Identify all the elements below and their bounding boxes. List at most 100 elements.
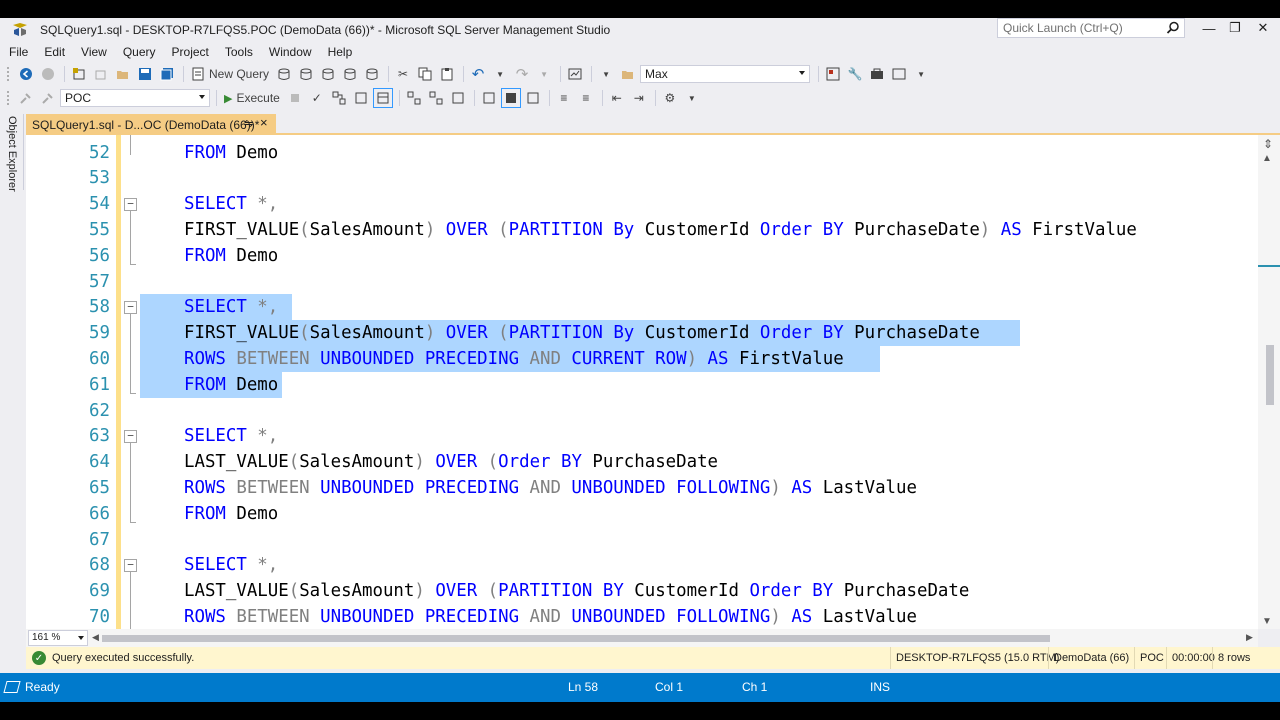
forward-icon[interactable] [38, 64, 58, 84]
code-line[interactable]: 65 ROWS BETWEEN UNBOUNDED PRECEDING AND U… [26, 475, 1258, 501]
open-file-icon[interactable] [113, 64, 133, 84]
find-dropdown-icon[interactable]: ▼ [596, 64, 616, 84]
copy-icon[interactable] [415, 64, 435, 84]
collapse-region-icon[interactable]: − [124, 301, 137, 315]
code-line[interactable]: 59 FIRST_VALUE(SalesAmount) OVER (PARTITI… [26, 320, 1258, 347]
menu-edit[interactable]: Edit [36, 42, 73, 62]
new-query-button[interactable]: New Query [188, 64, 272, 84]
results-grid-icon[interactable] [500, 88, 521, 108]
paste-icon[interactable] [437, 64, 457, 84]
include-actual-plan-icon[interactable] [404, 88, 424, 108]
available-databases-select[interactable]: POC [60, 89, 210, 107]
change-connection-icon[interactable] [38, 88, 58, 108]
save-all-icon[interactable] [157, 64, 177, 84]
zoom-select[interactable]: 161 % [28, 630, 88, 646]
vertical-scrollbar[interactable]: ⇕ ▲ ▼ [1258, 135, 1280, 629]
add-item-icon[interactable] [91, 64, 111, 84]
toolbar-grip[interactable] [6, 66, 10, 82]
more-options-icon[interactable]: ▼ [911, 64, 931, 84]
results-to-text-icon[interactable] [479, 88, 499, 108]
mdx-query-icon[interactable] [296, 64, 316, 84]
minimize-button[interactable]: — [1196, 18, 1222, 38]
scroll-up-icon[interactable]: ▲ [1262, 153, 1272, 164]
query-options-icon[interactable] [351, 88, 371, 108]
decrease-indent-icon[interactable]: ⇤ [607, 88, 627, 108]
collapse-region-icon[interactable]: − [124, 430, 137, 444]
tab-sqlquery1[interactable]: SQLQuery1.sql - D...OC (DemoData (66))* … [26, 114, 276, 135]
cut-icon[interactable]: ✂ [393, 64, 413, 84]
menu-view[interactable]: View [73, 42, 115, 62]
close-tab-icon[interactable]: × [260, 115, 268, 130]
find-in-files-icon[interactable] [618, 64, 638, 84]
pin-icon[interactable]: ⇋ [244, 117, 253, 130]
back-icon[interactable] [16, 64, 36, 84]
display-estimated-plan-icon[interactable] [329, 88, 349, 108]
code-line[interactable]: 66 FROM Demo [26, 501, 1258, 527]
code-editor[interactable]: 52 FROM Demo 53 54 SELECT *, 55 FIRST_VALUE(Sa… [26, 135, 1258, 629]
code-line[interactable]: 69 LAST_VALUE(SalesAmount) OVER (PARTITIO… [26, 578, 1258, 604]
code-line[interactable]: 60 ROWS BETWEEN UNBOUNDED PRECEDING AND C… [26, 345, 1258, 372]
code-line[interactable]: 52 FROM Demo [26, 140, 1258, 166]
toolbox-icon[interactable] [867, 64, 887, 84]
properties-icon[interactable]: 🔧 [845, 64, 865, 84]
uncomment-icon[interactable]: ≡ [576, 88, 596, 108]
dmx-query-icon[interactable] [318, 64, 338, 84]
code-line[interactable]: 70 ROWS BETWEEN UNBOUNDED PRECEDING AND U… [26, 604, 1258, 629]
code-line[interactable]: 63 SELECT *, [26, 423, 1258, 449]
undo-icon[interactable]: ↶ [468, 64, 488, 84]
solution-explorer-icon[interactable] [823, 64, 843, 84]
more-options-icon[interactable]: ▼ [682, 88, 702, 108]
scroll-left-icon[interactable]: ◀ [92, 632, 99, 643]
activity-monitor-icon[interactable] [565, 64, 585, 84]
specify-template-values-icon[interactable]: ⚙ [660, 88, 680, 108]
redo-dropdown-icon[interactable]: ▼ [534, 64, 554, 84]
collapse-region-icon[interactable]: − [124, 198, 137, 212]
horizontal-scroll-thumb[interactable] [102, 635, 1050, 642]
save-icon[interactable] [135, 64, 155, 84]
database-engine-query-icon[interactable] [274, 64, 294, 84]
code-line[interactable]: 58 SELECT *, [26, 294, 1258, 321]
code-line[interactable]: 54 SELECT *, [26, 191, 1258, 217]
menu-file[interactable]: File [0, 42, 36, 62]
collapse-region-icon[interactable]: − [124, 559, 137, 573]
object-explorer-tab[interactable]: Object Explorer [4, 114, 24, 192]
client-statistics-icon[interactable] [448, 88, 468, 108]
menu-window[interactable]: Window [261, 42, 320, 62]
code-line[interactable]: 68 SELECT *, [26, 552, 1258, 578]
toolbar-grip[interactable] [6, 90, 10, 106]
new-project-icon[interactable] [69, 64, 89, 84]
code-line[interactable]: 56 FROM Demo [26, 243, 1258, 269]
redo-icon[interactable]: ↷ [512, 64, 532, 84]
cancel-query-icon[interactable] [285, 88, 305, 108]
quick-launch-input[interactable]: Quick Launch (Ctrl+Q) [997, 18, 1185, 38]
split-window-icon[interactable]: ⇕ [1260, 137, 1276, 151]
xmla-query-icon[interactable] [340, 64, 360, 84]
dax-query-icon[interactable] [362, 64, 382, 84]
parse-icon[interactable]: ✓ [307, 88, 327, 108]
solution-config-select[interactable]: Max [640, 65, 811, 83]
comment-out-icon[interactable]: ≡ [554, 88, 574, 108]
scroll-down-icon[interactable]: ▼ [1262, 616, 1272, 627]
menu-query[interactable]: Query [115, 42, 164, 62]
results-to-grid-icon[interactable] [372, 88, 393, 108]
menu-tools[interactable]: Tools [217, 42, 261, 62]
menu-project[interactable]: Project [164, 42, 217, 62]
menu-help[interactable]: Help [320, 42, 361, 62]
code-line[interactable]: 55 FIRST_VALUE(SalesAmount) OVER (PARTITI… [26, 217, 1258, 243]
undo-dropdown-icon[interactable]: ▼ [490, 64, 510, 84]
live-query-stats-icon[interactable] [426, 88, 446, 108]
execute-button[interactable]: ▶ Execute [221, 88, 283, 108]
close-window-button[interactable]: ✕ [1250, 18, 1276, 38]
increase-indent-icon[interactable]: ⇥ [629, 88, 649, 108]
code-line[interactable]: 62 [26, 398, 1258, 424]
maximize-button[interactable]: ❐ [1222, 18, 1248, 38]
scroll-thumb[interactable] [1266, 345, 1274, 405]
code-line[interactable]: 57 [26, 269, 1258, 295]
code-line[interactable]: 53 [26, 165, 1258, 191]
results-to-file-icon[interactable] [523, 88, 543, 108]
code-line[interactable]: 61 FROM Demo [26, 371, 1258, 398]
connect-icon[interactable] [16, 88, 36, 108]
code-line[interactable]: 64 LAST_VALUE(SalesAmount) OVER (Order BY… [26, 449, 1258, 475]
output-window-icon[interactable] [889, 64, 909, 84]
code-line[interactable]: 67 [26, 527, 1258, 553]
